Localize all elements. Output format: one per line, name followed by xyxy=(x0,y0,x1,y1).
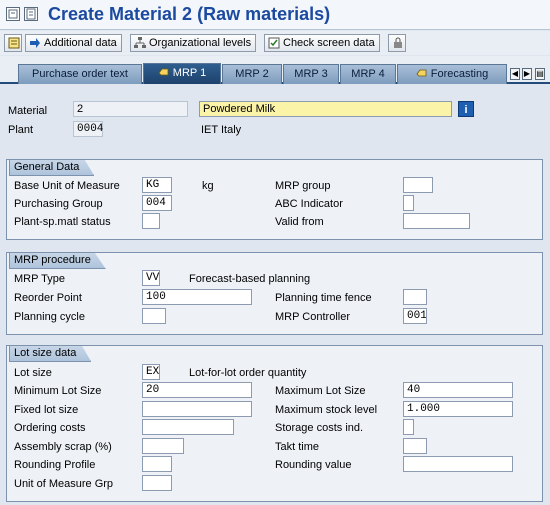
mrp-type-field[interactable]: VV xyxy=(142,270,160,286)
mrp-type-text: Forecast-based planning xyxy=(189,273,311,285)
tab-mrp2[interactable]: MRP 2 xyxy=(222,64,282,84)
arrow-right-icon xyxy=(30,38,40,48)
hand-icon xyxy=(158,68,169,76)
general-data-group: General Data Base Unit of Measure KG kg … xyxy=(6,159,543,240)
info-icon[interactable]: i xyxy=(458,101,474,117)
planning-cycle-field[interactable] xyxy=(142,308,166,324)
display-change-icon[interactable] xyxy=(6,7,20,21)
lot-size-label: Lot size xyxy=(14,367,52,379)
document-icon[interactable] xyxy=(24,7,38,21)
views-icon xyxy=(8,37,20,49)
takt-time-label: Takt time xyxy=(275,441,320,453)
ordering-costs-field[interactable] xyxy=(142,419,234,435)
material-field: 2 xyxy=(73,101,188,117)
valid-from-label: Valid from xyxy=(275,216,324,228)
hand-icon xyxy=(416,69,427,77)
uom-group-label: Unit of Measure Grp xyxy=(14,478,114,490)
assembly-scrap-label: Assembly scrap (%) xyxy=(14,441,112,453)
lock-button[interactable] xyxy=(388,34,406,52)
rounding-value-label: Rounding value xyxy=(275,459,352,471)
lock-icon xyxy=(394,37,402,48)
tab-strip: Purchase order text MRP 1 MRP 2 MRP 3 MR… xyxy=(0,56,550,84)
mrp-procedure-group: MRP procedure MRP Type VV Forecast-based… xyxy=(6,252,543,335)
storage-costs-label: Storage costs ind. xyxy=(275,422,364,434)
storage-costs-field[interactable] xyxy=(403,419,414,435)
mrp1-view: Material 2 Powdered Milk i Plant 0004 IE… xyxy=(0,86,550,505)
tab-scroll-right-icon[interactable]: ▶ xyxy=(522,68,532,80)
plant-label: Plant xyxy=(8,124,34,136)
tab-label: Forecasting xyxy=(430,68,489,80)
general-data-title: General Data xyxy=(9,159,95,176)
lot-size-data-title: Lot size data xyxy=(9,345,92,362)
min-lot-size-label: Minimum Lot Size xyxy=(14,385,102,397)
reorder-point-field[interactable]: 100 xyxy=(142,289,252,305)
tab-label: Purchase order text xyxy=(32,68,128,80)
tab-label: MRP 1 xyxy=(172,67,207,79)
valid-from-field[interactable] xyxy=(403,213,470,229)
tab-list-icon[interactable]: ▤ xyxy=(535,68,545,80)
tab-label: MRP 3 xyxy=(294,68,328,80)
title-bar: Create Material 2 (Raw materials) xyxy=(0,0,550,30)
material-label: Material xyxy=(8,105,48,117)
mrp-controller-label: MRP Controller xyxy=(275,311,350,323)
plant-name: IET Italy xyxy=(201,124,242,136)
tab-purchase-order-text[interactable]: Purchase order text xyxy=(18,64,142,84)
rounding-value-field[interactable] xyxy=(403,456,513,472)
assembly-scrap-field[interactable] xyxy=(142,438,184,454)
uom-group-field[interactable] xyxy=(142,475,172,491)
additional-data-button[interactable]: Additional data xyxy=(25,34,122,52)
tab-mrp4[interactable]: MRP 4 xyxy=(340,64,396,84)
check-screen-data-button[interactable]: Check screen data xyxy=(264,34,380,52)
tab-forecasting[interactable]: Forecasting xyxy=(397,64,507,84)
purchasing-group-label: Purchasing Group xyxy=(14,198,103,210)
planning-time-fence-field[interactable] xyxy=(403,289,427,305)
org-levels-label: Organizational levels xyxy=(149,37,252,49)
rounding-profile-field[interactable] xyxy=(142,456,172,472)
mrp-group-label: MRP group xyxy=(275,180,331,192)
tab-label: MRP 2 xyxy=(235,68,269,80)
max-stock-level-field[interactable]: 1.000 xyxy=(403,401,513,417)
check-icon xyxy=(268,37,280,49)
abc-indicator-label: ABC Indicator xyxy=(275,198,343,210)
mrp-procedure-title: MRP procedure xyxy=(9,252,106,269)
plant-field: 0004 xyxy=(73,121,103,137)
takt-time-field[interactable] xyxy=(403,438,427,454)
select-views-button[interactable] xyxy=(4,34,22,52)
lot-size-text: Lot-for-lot order quantity xyxy=(189,367,307,379)
max-stock-level-label: Maximum stock level xyxy=(275,404,378,416)
additional-data-label: Additional data xyxy=(44,37,117,49)
plant-status-field[interactable] xyxy=(142,213,160,229)
planning-time-fence-label: Planning time fence xyxy=(275,292,372,304)
base-uom-label: Base Unit of Measure xyxy=(14,180,120,192)
org-levels-button[interactable]: Organizational levels xyxy=(130,34,257,52)
fixed-lot-size-field[interactable] xyxy=(142,401,252,417)
mrp-type-label: MRP Type xyxy=(14,273,65,285)
purchasing-group-field[interactable]: 004 xyxy=(142,195,172,211)
fixed-lot-size-label: Fixed lot size xyxy=(14,404,79,416)
min-lot-size-field[interactable]: 20 xyxy=(142,382,252,398)
check-screen-data-label: Check screen data xyxy=(283,37,375,49)
lot-size-field[interactable]: EX xyxy=(142,364,160,380)
max-lot-size-label: Maximum Lot Size xyxy=(275,385,366,397)
plant-status-label: Plant-sp.matl status xyxy=(14,216,111,228)
mrp-group-field[interactable] xyxy=(403,177,433,193)
tab-label: MRP 4 xyxy=(351,68,385,80)
base-uom-text: kg xyxy=(202,180,214,192)
rounding-profile-label: Rounding Profile xyxy=(14,459,96,471)
org-structure-icon xyxy=(134,37,146,48)
lot-size-data-group: Lot size data Lot size EX Lot-for-lot or… xyxy=(6,345,543,502)
abc-indicator-field[interactable] xyxy=(403,195,414,211)
max-lot-size-field[interactable]: 40 xyxy=(403,382,513,398)
tab-mrp3[interactable]: MRP 3 xyxy=(283,64,339,84)
application-toolbar: Additional data Organizational levels Ch… xyxy=(0,31,550,55)
mrp-controller-field[interactable]: 001 xyxy=(403,308,427,324)
planning-cycle-label: Planning cycle xyxy=(14,311,85,323)
tab-mrp1[interactable]: MRP 1 xyxy=(143,63,221,84)
material-description-field[interactable]: Powdered Milk xyxy=(199,101,452,117)
reorder-point-label: Reorder Point xyxy=(14,292,82,304)
ordering-costs-label: Ordering costs xyxy=(14,422,86,434)
base-uom-field[interactable]: KG xyxy=(142,177,172,193)
tab-scroll-left-icon[interactable]: ◀ xyxy=(510,68,520,80)
page-title: Create Material 2 (Raw materials) xyxy=(48,4,331,24)
